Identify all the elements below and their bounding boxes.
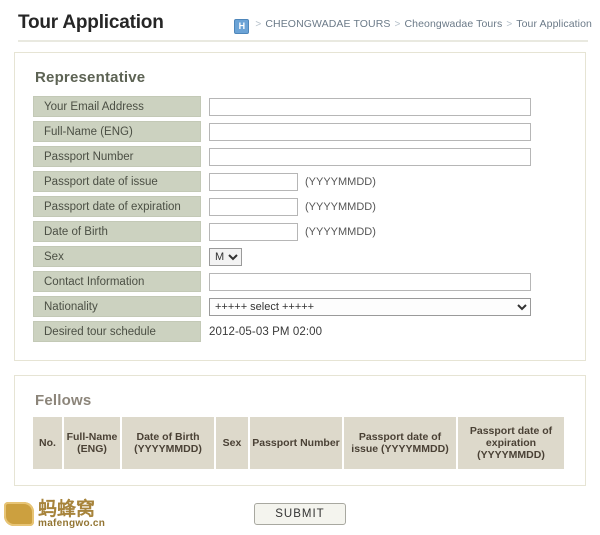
watermark-cn-text: 蚂蜂窝 [38,498,96,520]
input-passport-date-of-expiration[interactable] [209,197,298,216]
input-contact-information[interactable] [209,272,531,291]
hint-passport-date-of-expiration: (YYYYMMDD) [305,200,376,213]
breadcrumb-separator-2: > [394,19,401,30]
representative-panel: Representative Your Email Address Full-Na… [14,52,586,361]
input-passport-number[interactable] [209,147,531,166]
field-area-passport-number [209,147,567,166]
home-icon[interactable]: H [234,19,250,34]
breadcrumb: H > CHEONGWADAE TOURS > Cheongwadae Tours > To… [234,18,592,34]
watermark-en-text: mafengwo.cn [38,518,106,529]
representative-heading: Representative [35,69,146,86]
label-date-of-birth: Date of Birth [33,221,201,242]
select-sex[interactable]: MF [209,247,242,266]
label-passport-number: Passport Number [33,146,201,167]
fellows-column-header-2: Date of Birth (YYYYMMDD) [121,417,216,470]
form-row-full-name-eng: Full-Name (ENG) [33,119,567,144]
breadcrumb-item-1[interactable]: Cheongwadae Tours [404,18,502,30]
field-area-passport-date-of-issue: (YYYYMMDD) [209,172,567,191]
fellows-column-header-1: Full-Name (ENG) [63,417,122,470]
form-row-nationality: Nationality +++++ select +++++ [33,294,567,319]
input-your-email-address[interactable] [209,97,531,116]
form-row-contact-information: Contact Information [33,269,567,294]
field-area-contact-information [209,272,567,291]
input-full-name-eng[interactable] [209,122,531,141]
fellows-panel: Fellows No. Full-Name (ENG) Date of Birth … [14,375,586,487]
submit-button[interactable]: SUBMIT [254,503,346,526]
field-area-sex: MF [209,247,567,266]
form-row-passport-number: Passport Number [33,144,567,169]
label-sex: Sex [33,246,201,267]
breadcrumb-item-2: Tour Application [516,18,592,30]
value-desired-tour-schedule: 2012-05-03 PM 02:00 [209,325,323,338]
form-row-passport-date-of-issue: Passport date of issue (YYYYMMDD) [33,169,567,194]
form-row-desired-tour-schedule: Desired tour schedule 2012-05-03 PM 02:00 [33,319,567,344]
label-your-email-address: Your Email Address [33,96,201,117]
fellows-table: No. Full-Name (ENG) Date of Birth (YYYYMMD… [33,417,564,470]
field-area-nationality: +++++ select +++++ [209,297,567,316]
label-nationality: Nationality [33,296,201,317]
fellows-column-header-4: Passport Number [249,417,344,470]
page-header: Tour Application H > CHEONGWADAE TOURS > Che… [0,0,600,44]
fellows-column-header-5: Passport date of issue (YYYYMMDD) [343,417,458,470]
label-passport-date-of-expiration: Passport date of expiration [33,196,201,217]
label-full-name-eng: Full-Name (ENG) [33,121,201,142]
field-area-desired-tour-schedule: 2012-05-03 PM 02:00 [209,326,567,338]
header-divider [18,40,588,42]
fellows-column-header-0: No. [33,417,64,470]
form-row-sex: Sex MF [33,244,567,269]
hint-passport-date-of-issue: (YYYYMMDD) [305,175,376,188]
label-passport-date-of-issue: Passport date of issue [33,171,201,192]
hint-date-of-birth: (YYYYMMDD) [305,225,376,238]
field-area-full-name-eng [209,122,567,141]
representative-form: Your Email Address Full-Name (ENG) Passpor… [33,94,567,344]
label-desired-tour-schedule: Desired tour schedule [33,321,201,342]
label-contact-information: Contact Information [33,271,201,292]
field-area-passport-date-of-expiration: (YYYYMMDD) [209,197,567,216]
breadcrumb-item-0[interactable]: CHEONGWADAE TOURS [265,18,390,30]
field-area-your-email-address [209,97,567,116]
form-row-date-of-birth: Date of Birth (YYYYMMDD) [33,219,567,244]
input-passport-date-of-issue[interactable] [209,172,298,191]
select-nationality[interactable]: +++++ select +++++ [209,297,531,316]
breadcrumb-separator-3: > [506,19,513,30]
fellows-column-header-6: Passport date of expiration (YYYYMMDD) [457,417,564,470]
watermark: 蚂蜂窝 mafengwo.cn [2,499,130,533]
watermark-logo-icon [4,502,34,526]
input-date-of-birth[interactable] [209,222,298,241]
breadcrumb-separator-1: > [255,19,262,30]
form-row-passport-date-of-expiration: Passport date of expiration (YYYYMMDD) [33,194,567,219]
field-area-date-of-birth: (YYYYMMDD) [209,222,567,241]
fellows-column-header-3: Sex [215,417,250,470]
page-title: Tour Application [18,12,164,33]
fellows-table-header-row: No. Full-Name (ENG) Date of Birth (YYYYMMD… [33,417,564,470]
form-row-your-email-address: Your Email Address [33,94,567,119]
fellows-heading: Fellows [35,392,92,409]
